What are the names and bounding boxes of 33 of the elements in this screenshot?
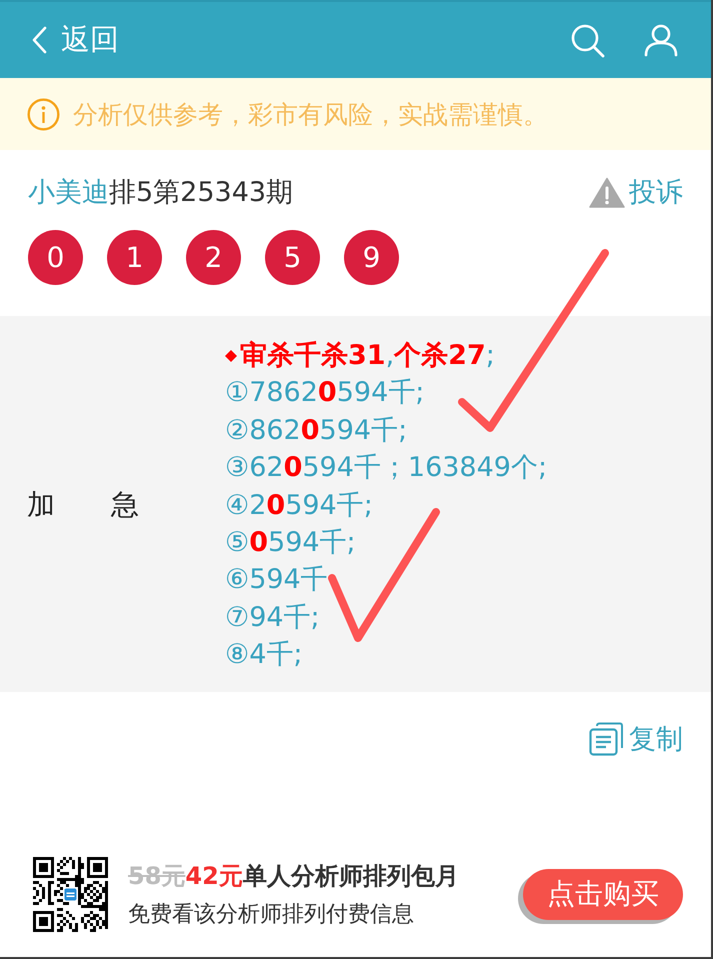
warning-icon [589,176,625,208]
number-ball: 2 [186,230,241,285]
user-icon[interactable] [643,24,679,56]
number-ball: 0 [28,230,83,285]
sale-price: 42元 [185,860,243,892]
analysis-line: ⑥594千 [225,563,328,598]
risk-notice-text: 分析仅供参考，彩市有风险，实战需谨慎。 [73,98,548,130]
diamond-bullet-icon [225,350,237,362]
chevron-left-icon [31,26,47,54]
issue-title: 排5第25343期 [109,176,294,210]
analysis-line: ③620594千；163849个; [225,451,548,486]
copy-button[interactable]: 复制 [589,720,683,757]
analysis-line: ⑦94千; [225,600,320,635]
plan-title: 单人分析师排列包月 [242,860,459,892]
search-icon[interactable] [570,22,605,58]
report-button[interactable]: 投诉 [589,174,683,210]
analysis-line: ⑤0594千; [225,526,356,560]
analyst-name-link[interactable]: 小美迪 [28,174,109,210]
document-copy-icon [589,722,623,756]
analysis-line: 审杀千杀31,个杀27; [240,339,495,373]
buy-button[interactable]: 点击购买 [523,868,683,920]
analysis-line: ①78620594千; [225,376,424,410]
plan-description: 免费看该分析师排列付费信息 [128,900,415,928]
analysis-line: ⑧4千; [225,638,302,672]
priority-label: 加 急 [27,487,140,524]
info-icon [27,98,60,130]
back-button[interactable]: 返回 [31,20,119,60]
analysis-line: ④20594千; [225,488,373,523]
number-ball: 5 [265,230,320,285]
analysis-line: ②8620594千; [225,414,408,448]
number-ball: 9 [344,230,399,285]
number-ball: 1 [107,230,162,285]
original-price: 58元 [128,860,186,892]
